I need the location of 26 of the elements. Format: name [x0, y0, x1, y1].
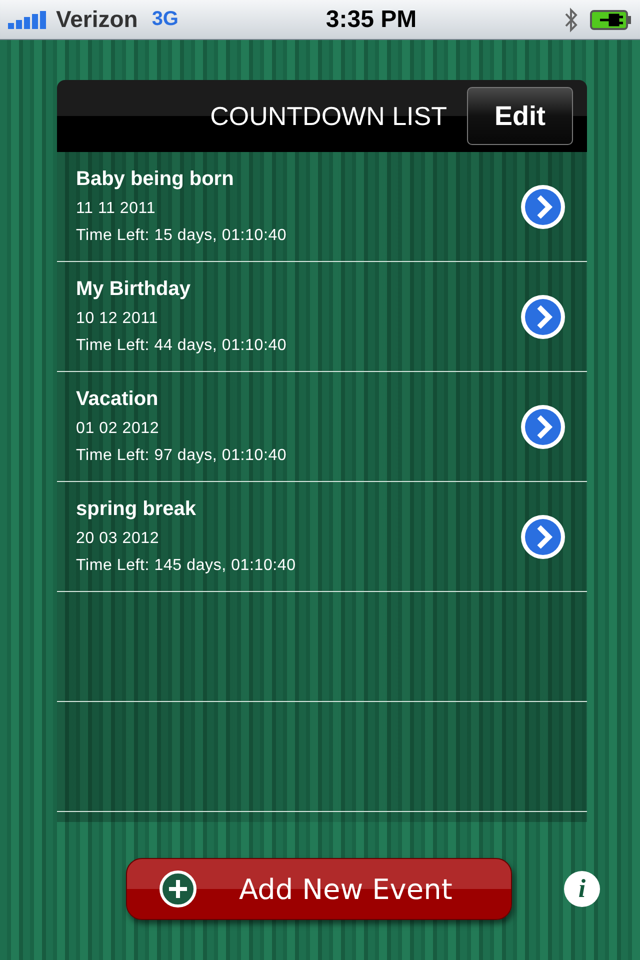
event-date: 10 12 2011 — [76, 310, 159, 328]
disclosure-chevron-icon[interactable] — [519, 292, 567, 340]
time-left: Time Left: 97 days, 01:10:40 — [76, 447, 288, 465]
add-event-button[interactable]: Add New Event — [126, 858, 512, 920]
time-left: Time Left: 145 days, 01:10:40 — [76, 557, 297, 575]
list-title: COUNTDOWN LIST — [210, 100, 447, 132]
event-date: 11 11 2011 — [76, 200, 157, 218]
event-name: Baby being born — [76, 168, 235, 191]
disclosure-chevron-icon[interactable] — [519, 182, 567, 230]
network-type: 3G — [152, 8, 178, 31]
battery-charging-icon — [590, 10, 632, 30]
time-left: Time Left: 44 days, 01:10:40 — [76, 337, 288, 355]
event-date: 20 03 2012 — [76, 530, 160, 548]
plus-icon — [159, 870, 197, 908]
time-left: Time Left: 15 days, 01:10:40 — [76, 227, 288, 245]
event-date: 01 02 2012 — [76, 420, 160, 438]
disclosure-chevron-icon[interactable] — [519, 512, 567, 560]
carrier-name: Verizon — [56, 6, 138, 33]
event-name: Vacation — [76, 388, 160, 411]
event-name: spring break — [76, 498, 198, 521]
edit-button[interactable]: Edit — [467, 87, 573, 145]
clock: 3:35 PM — [326, 6, 417, 34]
bluetooth-icon — [564, 6, 578, 32]
disclosure-chevron-icon[interactable] — [519, 402, 567, 450]
info-button[interactable]: i — [564, 871, 600, 907]
event-name: My Birthday — [76, 278, 192, 301]
